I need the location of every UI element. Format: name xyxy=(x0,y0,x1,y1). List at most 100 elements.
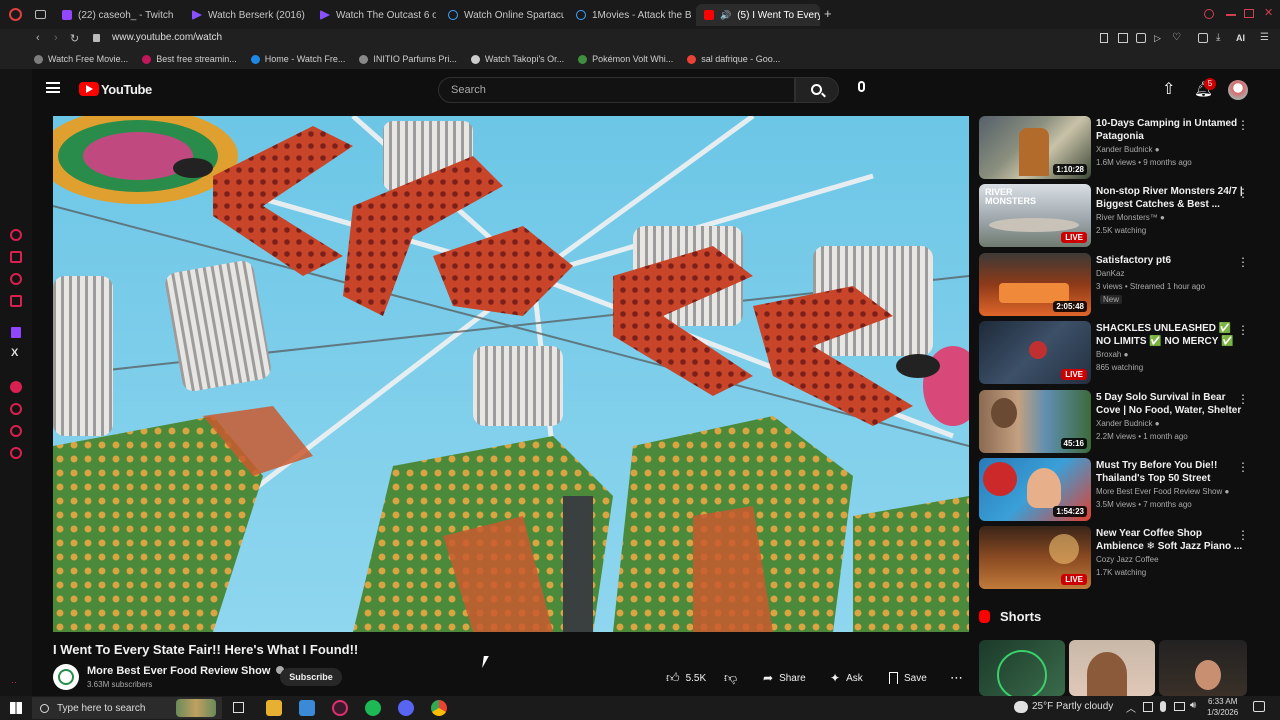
sidebar-app-icon[interactable] xyxy=(10,229,22,241)
opera-gx-icon[interactable] xyxy=(332,700,348,716)
weather-icon[interactable] xyxy=(1014,701,1028,713)
recommended-channel[interactable]: Broxah ● xyxy=(1096,350,1128,359)
recommended-title[interactable]: 5 Day Solo Survival in Bear Cove | No Fo… xyxy=(1096,391,1244,418)
tab-youtube-active[interactable]: 🔊 (5) I Went To Every Sta ✕ xyxy=(696,4,820,26)
channel-name[interactable]: More Best Ever Food Review Show xyxy=(87,665,285,677)
start-button-icon[interactable] xyxy=(10,702,22,714)
hamburger-menu-icon[interactable] xyxy=(46,82,60,93)
channel-avatar[interactable] xyxy=(53,664,79,690)
store-icon[interactable] xyxy=(299,700,315,716)
tab-twitch[interactable]: (22) caseoh_ - Twitch xyxy=(54,4,184,26)
subscribe-button[interactable]: Subscribe xyxy=(280,668,342,686)
task-view-icon[interactable] xyxy=(233,702,244,713)
volume-icon[interactable]: 🔊︎ xyxy=(1190,700,1196,711)
search-input[interactable]: Search xyxy=(438,77,795,103)
more-actions-button[interactable]: ⋯ xyxy=(950,668,963,688)
twitch-icon[interactable] xyxy=(11,327,21,338)
video-player[interactable] xyxy=(53,116,969,632)
browser-menu-icon[interactable] xyxy=(9,8,22,21)
search-tabs-icon[interactable] xyxy=(1204,9,1214,19)
weather-text[interactable]: 25°F Partly cloudy xyxy=(1032,701,1113,712)
sidebar-app-icon[interactable] xyxy=(10,381,22,393)
spotify-icon[interactable] xyxy=(365,700,381,716)
bookmark-item[interactable]: Home - Watch Fre... xyxy=(250,54,345,64)
microphone-icon[interactable] xyxy=(1160,701,1166,712)
more-options-icon[interactable]: ⋮ xyxy=(1237,255,1249,269)
bookmark-item[interactable]: INITIO Parfums Pri... xyxy=(359,54,457,64)
recommended-video[interactable]: 2:05:48 Satisfactory pt6 DanKaz 3 views … xyxy=(979,253,1259,317)
tab-berserk[interactable]: Watch Berserk (2016) onli xyxy=(184,4,308,26)
discord-icon[interactable] xyxy=(398,700,414,716)
recommended-video[interactable]: LIVE SHACKLES UNLEASHED ✅ NO LIMITS ✅ NO… xyxy=(979,321,1259,385)
dislike-button[interactable]: 👎︎ xyxy=(724,668,737,688)
reload-icon[interactable]: ↻ xyxy=(70,32,79,45)
maximize-icon[interactable] xyxy=(1244,9,1254,18)
player-icon[interactable]: ▷ xyxy=(1154,33,1161,44)
short-thumbnail[interactable] xyxy=(1069,640,1155,696)
short-thumbnail[interactable] xyxy=(1159,640,1247,696)
recommended-channel[interactable]: River Monsters™ ● xyxy=(1096,213,1165,222)
speaker-icon[interactable]: 🔊 xyxy=(720,10,731,21)
tab-spartacus[interactable]: Watch Online Spartacus: xyxy=(440,4,564,26)
recommended-title[interactable]: SHACKLES UNLEASHED ✅ NO LIMITS ✅ NO MERC… xyxy=(1096,322,1244,349)
recommended-title[interactable]: Satisfactory pt6 xyxy=(1096,254,1244,267)
heart-icon[interactable]: ♡ xyxy=(1172,32,1181,43)
bookmark-item[interactable]: Watch Free Movie... xyxy=(34,54,128,64)
new-tab-button[interactable]: + xyxy=(824,6,832,21)
recommended-video[interactable]: LIVE New Year Coffee Shop Ambience ❄ Sof… xyxy=(979,526,1259,590)
more-options-icon[interactable]: ⋮ xyxy=(1237,392,1249,406)
pin-icon[interactable] xyxy=(1100,33,1108,43)
recommended-title[interactable]: Must Try Before You Die!! Thailand's Top… xyxy=(1096,459,1244,486)
sidebar-app-icon[interactable] xyxy=(10,251,22,263)
recommended-title[interactable]: Non-stop River Monsters 24/7 | Biggest C… xyxy=(1096,185,1244,211)
recommended-channel[interactable]: Xander Budnick ● xyxy=(1096,419,1160,428)
like-button[interactable]: 👍︎ 5.5K xyxy=(666,668,706,688)
chevron-up-icon[interactable]: ︿ xyxy=(1126,700,1136,715)
recommended-channel[interactable]: DanKaz xyxy=(1096,269,1124,278)
tab-outcast[interactable]: Watch The Outcast 6 onlin xyxy=(312,4,436,26)
recommended-video[interactable]: 1:54:23 Must Try Before You Die!! Thaila… xyxy=(979,458,1259,522)
shield-icon[interactable] xyxy=(1136,33,1146,43)
clock-date[interactable]: 1/3/2026 xyxy=(1207,708,1238,717)
share-button[interactable]: ➦ Share xyxy=(763,668,806,688)
forward-icon[interactable]: › xyxy=(54,32,58,44)
more-options-icon[interactable]: ⋮ xyxy=(1237,118,1249,132)
sidebar-app-icon[interactable] xyxy=(10,425,22,437)
clock-time[interactable]: 6:33 AM xyxy=(1208,697,1237,706)
taskbar-search-box[interactable]: Type here to search xyxy=(32,697,222,719)
short-thumbnail[interactable] xyxy=(979,640,1065,696)
bookmark-item[interactable]: Best free streamin... xyxy=(142,54,237,64)
recommended-channel[interactable]: More Best Ever Food Review Show ● xyxy=(1096,487,1229,496)
youtube-logo-icon[interactable] xyxy=(79,82,99,96)
recommended-video[interactable]: 1:10:28 10-Days Camping in Untamed Patag… xyxy=(979,116,1259,180)
notification-center-icon[interactable] xyxy=(1253,701,1265,712)
extensions-icon[interactable] xyxy=(1198,33,1208,43)
display-icon[interactable] xyxy=(1174,702,1185,711)
video-thumbnail[interactable]: 1:10:28 xyxy=(979,116,1091,179)
settings-icon[interactable] xyxy=(10,447,22,459)
close-window-icon[interactable]: ✕ xyxy=(1264,6,1273,19)
recommended-video[interactable]: 45:16 5 Day Solo Survival in Bear Cove |… xyxy=(979,390,1259,454)
more-options-icon[interactable]: ⋮ xyxy=(1237,323,1249,337)
sidebar-app-icon[interactable] xyxy=(10,295,22,307)
more-options-icon[interactable]: ⋮ xyxy=(1237,460,1249,474)
sidebar-app-icon[interactable] xyxy=(10,273,22,285)
url-field[interactable]: www.youtube.com/watch xyxy=(112,32,222,43)
video-thumbnail[interactable]: 1:54:23 xyxy=(979,458,1091,521)
video-thumbnail[interactable]: 2:05:48 xyxy=(979,253,1091,316)
tab-1movies[interactable]: 1Movies - Attack the Block xyxy=(568,4,692,26)
file-explorer-icon[interactable] xyxy=(266,700,282,716)
upload-icon[interactable]: ⇧ xyxy=(1162,79,1175,99)
search-button[interactable] xyxy=(795,77,839,103)
tab-manager-icon[interactable] xyxy=(35,10,46,19)
network-icon[interactable] xyxy=(1143,702,1153,712)
video-thumbnail[interactable]: RIVER MONSTERS LIVE xyxy=(979,184,1091,247)
download-icon[interactable]: ⤓ xyxy=(1216,32,1220,43)
bookmark-item[interactable]: Pokémon Volt Whi... xyxy=(578,54,673,64)
reading-list-icon[interactable] xyxy=(1118,33,1128,43)
menu-icon[interactable]: ☰ xyxy=(1260,32,1269,43)
recommended-channel[interactable]: Xander Budnick ● xyxy=(1096,145,1160,154)
chrome-icon[interactable] xyxy=(431,700,447,716)
x-icon[interactable]: X xyxy=(11,347,18,359)
save-button[interactable]: Save xyxy=(889,668,927,688)
